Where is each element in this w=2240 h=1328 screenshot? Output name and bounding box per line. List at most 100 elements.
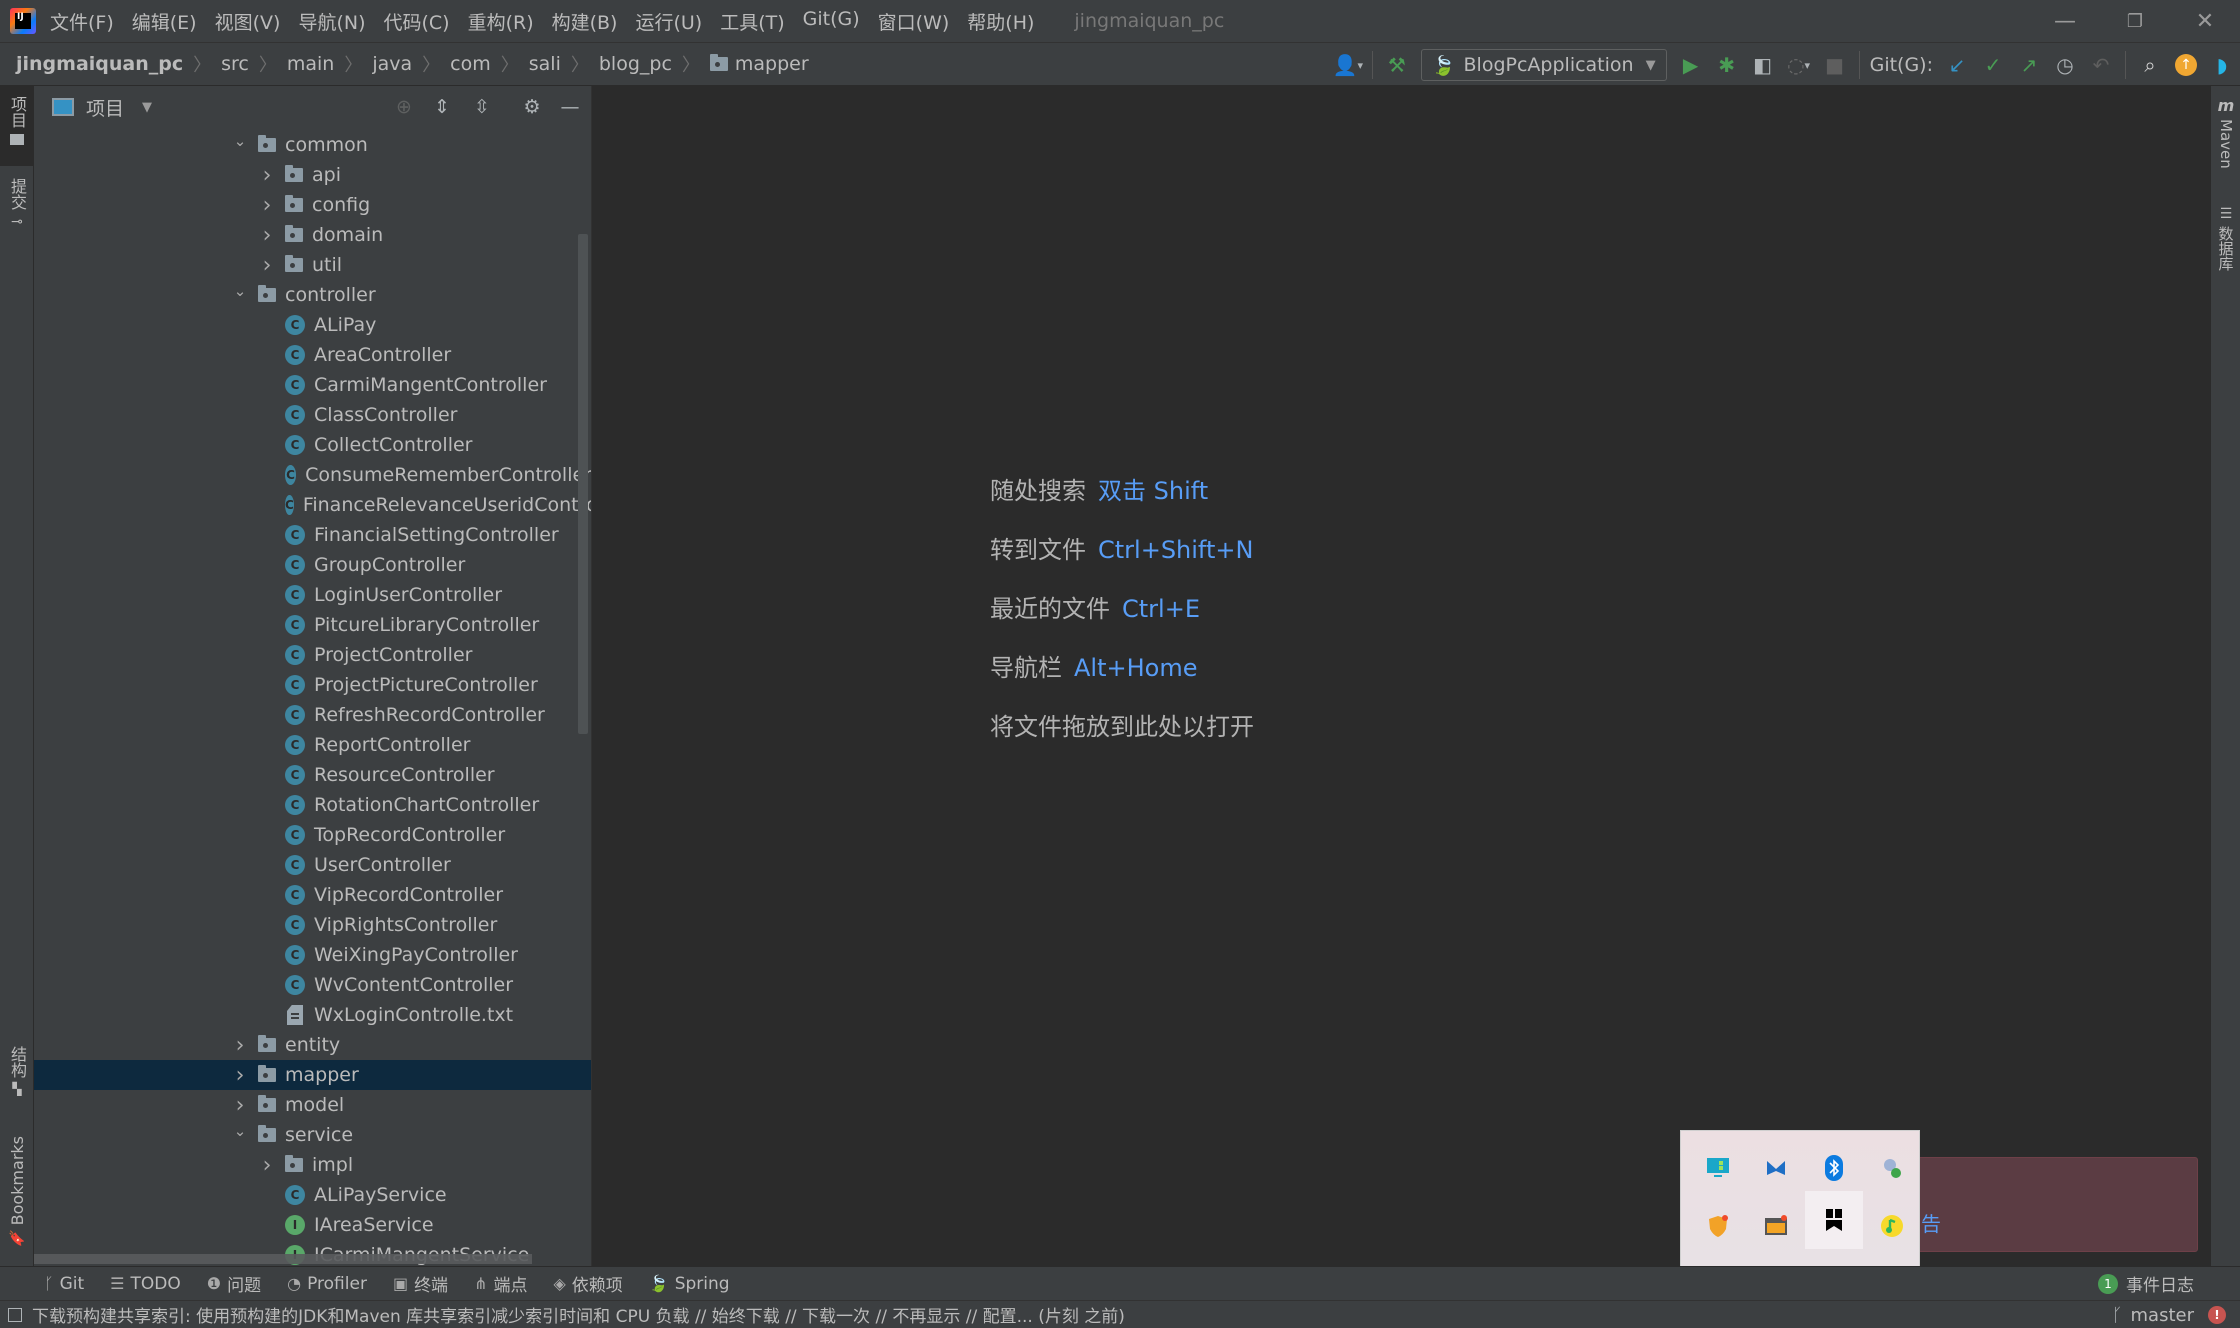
- tool-window-profiler[interactable]: ◔ Profiler: [287, 1274, 367, 1294]
- build-hammer-icon[interactable]: ⚒: [1379, 47, 1415, 83]
- stop-icon[interactable]: ■: [1817, 47, 1853, 83]
- tool-window-依赖项[interactable]: ◈ 依赖项: [553, 1271, 622, 1296]
- chevron-down-icon[interactable]: ⌄: [230, 282, 250, 300]
- tree-node-class[interactable]: C WvContentController: [34, 970, 591, 1000]
- git-history-icon[interactable]: ◷: [2047, 47, 2083, 83]
- project-panel-title[interactable]: 项目: [86, 94, 124, 121]
- tree-node-class[interactable]: C RefreshRecordController: [34, 700, 591, 730]
- coverage-icon[interactable]: ◧: [1745, 47, 1781, 83]
- menu-item[interactable]: 导航(N): [298, 8, 365, 35]
- display-settings-icon[interactable]: [1689, 1139, 1747, 1197]
- bookmark-app-icon[interactable]: [1805, 1191, 1863, 1249]
- bluetooth-icon[interactable]: [1805, 1139, 1863, 1197]
- tree-node-class[interactable]: C GroupController: [34, 550, 591, 580]
- close-button[interactable]: ✕: [2170, 0, 2240, 42]
- tree-node-class[interactable]: C WeiXingPayController: [34, 940, 591, 970]
- error-indicator-icon[interactable]: !: [2208, 1306, 2226, 1324]
- tree-node-class[interactable]: C ProjectController: [34, 640, 591, 670]
- menu-item[interactable]: 运行(U): [635, 8, 702, 35]
- notification-link[interactable]: 告: [1921, 1208, 1941, 1237]
- code-with-me-icon[interactable]: ◗: [2204, 47, 2240, 83]
- tree-node-class[interactable]: C RotationChartController: [34, 790, 591, 820]
- maven-tool-tab[interactable]: m Maven: [2211, 96, 2240, 186]
- tree-node-class[interactable]: C ALiPay: [34, 310, 591, 340]
- tree-node-folder[interactable]: › entity: [34, 1030, 591, 1060]
- tree-node-class[interactable]: C ClassController: [34, 400, 591, 430]
- tree-node-class[interactable]: C ProjectPictureController: [34, 670, 591, 700]
- tree-node-class[interactable]: C FinanceRelevanceUseridControll: [34, 490, 591, 520]
- git-push-icon[interactable]: ↗: [2011, 47, 2047, 83]
- notification-balloon[interactable]: 告: [1880, 1157, 2198, 1252]
- tree-node-text[interactable]: WxLoginControlle.txt: [34, 1000, 591, 1030]
- breadcrumb-item[interactable]: blog_pc: [599, 53, 672, 75]
- structure-tool-tab[interactable]: 结构 ▚: [0, 1046, 34, 1116]
- tree-node-class[interactable]: C ALiPayService: [34, 1180, 591, 1210]
- menu-item[interactable]: 工具(T): [720, 8, 784, 35]
- tool-window-todo[interactable]: ☰ TODO: [110, 1274, 181, 1294]
- tree-node-interface[interactable]: I IAreaService: [34, 1210, 591, 1240]
- status-message[interactable]: 下载预构建共享索引: 使用预构建的JDK和Maven 库共享索引减少索引时间和 …: [32, 1302, 1125, 1327]
- search-icon[interactable]: ⌕: [2132, 47, 2168, 83]
- tree-node-folder[interactable]: ⌄ common: [34, 130, 591, 160]
- minimize-button[interactable]: —: [2030, 0, 2100, 42]
- tree-node-class[interactable]: C TopRecordController: [34, 820, 591, 850]
- expand-all-icon[interactable]: ⇕: [426, 92, 458, 122]
- tool-window-git[interactable]: ᚴ Git: [44, 1274, 84, 1294]
- network-monitor-icon[interactable]: [1863, 1139, 1921, 1197]
- menu-item[interactable]: 编辑(E): [132, 8, 197, 35]
- chevron-right-icon[interactable]: ›: [257, 163, 277, 188]
- menu-item[interactable]: 代码(C): [383, 8, 449, 35]
- profile-icon[interactable]: ◌ ▾: [1781, 47, 1817, 83]
- chevron-right-icon[interactable]: ›: [257, 1153, 277, 1178]
- git-rollback-icon[interactable]: ↶: [2083, 47, 2119, 83]
- tree-node-folder[interactable]: › impl: [34, 1150, 591, 1180]
- tree-node-class[interactable]: C UserController: [34, 850, 591, 880]
- bookmarks-tool-tab[interactable]: Bookmarks 🔖: [0, 1136, 34, 1251]
- tree-node-class[interactable]: C ReportController: [34, 730, 591, 760]
- tree-node-class[interactable]: C VipRightsController: [34, 910, 591, 940]
- git-commit-icon[interactable]: ✓: [1975, 47, 2011, 83]
- menu-item[interactable]: 重构(R): [468, 8, 534, 35]
- breadcrumb-item[interactable]: jingmaiquan_pc: [16, 53, 183, 75]
- tree-node-class[interactable]: C ResourceController: [34, 760, 591, 790]
- locate-file-icon[interactable]: ⊕: [388, 92, 420, 122]
- tree-node-class[interactable]: C FinancialSettingController: [34, 520, 591, 550]
- database-tool-tab[interactable]: ☰ 数据库: [2211, 206, 2240, 296]
- tree-node-folder[interactable]: › mapper: [34, 1060, 591, 1090]
- hint-shortcut[interactable]: Ctrl+Shift+N: [1098, 536, 1253, 564]
- tree-node-folder[interactable]: ⌄ controller: [34, 280, 591, 310]
- chevron-down-icon[interactable]: ⌄: [230, 1122, 250, 1140]
- project-tool-tab[interactable]: 项目: [0, 86, 34, 166]
- tree-node-class[interactable]: C CarmiMangentController: [34, 370, 591, 400]
- tree-node-folder[interactable]: ⌄ service: [34, 1120, 591, 1150]
- breadcrumb-item[interactable]: main: [287, 53, 334, 75]
- update-available-icon[interactable]: ↑: [2168, 47, 2204, 83]
- chevron-right-icon[interactable]: ›: [257, 253, 277, 278]
- menu-item[interactable]: Git(G): [803, 8, 860, 35]
- tree-node-folder[interactable]: › config: [34, 190, 591, 220]
- window-app-icon[interactable]: [1747, 1197, 1805, 1255]
- tool-window-终端[interactable]: ▣ 终端: [393, 1271, 448, 1296]
- music-app-icon[interactable]: [1863, 1197, 1921, 1255]
- app-blue-icon[interactable]: [1747, 1139, 1805, 1197]
- tree-node-folder[interactable]: › api: [34, 160, 591, 190]
- breadcrumb-item[interactable]: com: [450, 53, 491, 75]
- chevron-right-icon[interactable]: ›: [230, 1063, 250, 1088]
- debug-bug-icon[interactable]: ✱: [1709, 47, 1745, 83]
- run-icon[interactable]: ▶: [1673, 47, 1709, 83]
- menu-item[interactable]: 窗口(W): [878, 8, 950, 35]
- gear-icon[interactable]: ⚙: [516, 92, 548, 122]
- tree-node-folder[interactable]: › domain: [34, 220, 591, 250]
- restore-button[interactable]: ❐: [2100, 0, 2170, 42]
- security-shield-icon[interactable]: [1689, 1197, 1747, 1255]
- tool-window-端点[interactable]: ⋔ 端点: [474, 1271, 527, 1296]
- chevron-right-icon[interactable]: ›: [230, 1033, 250, 1058]
- chevron-right-icon[interactable]: ›: [257, 193, 277, 218]
- hint-shortcut[interactable]: 双击 Shift: [1098, 477, 1208, 505]
- hide-panel-icon[interactable]: —: [554, 92, 586, 122]
- commit-tool-tab[interactable]: 提交 ⊸: [0, 178, 34, 258]
- breadcrumb-item[interactable]: mapper: [709, 53, 809, 75]
- hint-shortcut[interactable]: Ctrl+E: [1122, 595, 1200, 623]
- tree-node-class[interactable]: C VipRecordController: [34, 880, 591, 910]
- breadcrumb-item[interactable]: java: [372, 53, 412, 75]
